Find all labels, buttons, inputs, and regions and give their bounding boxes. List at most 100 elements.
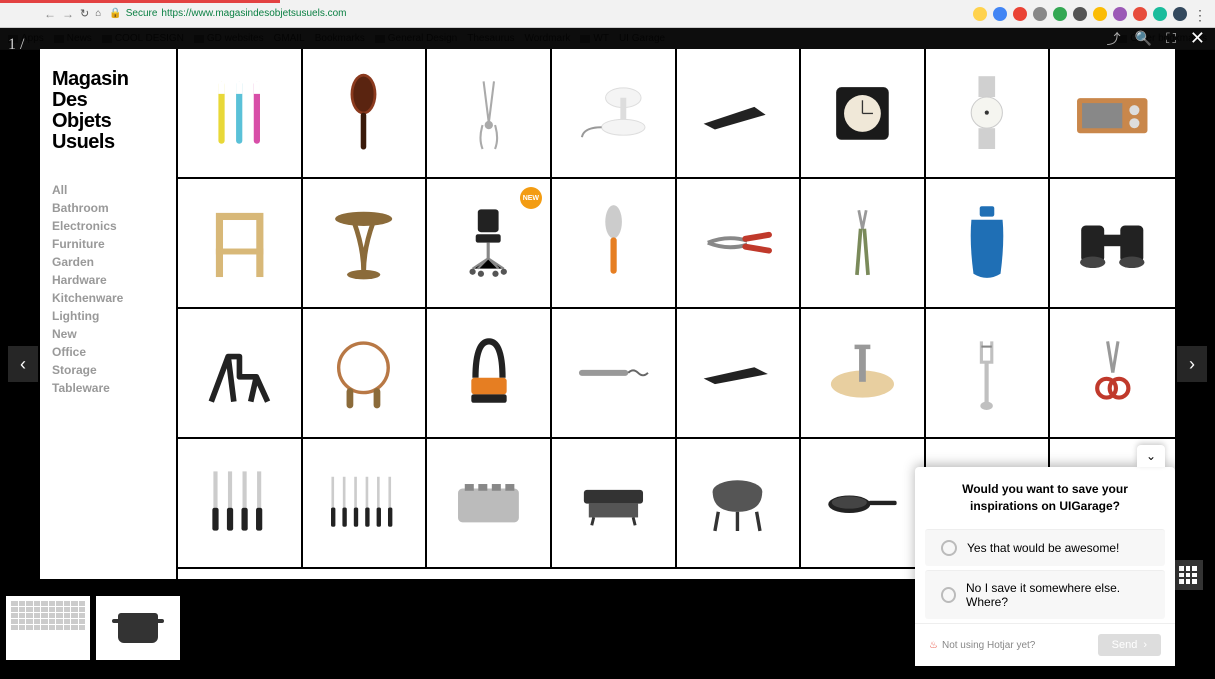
url-bar[interactable]: 🔒 Secure https://www.magasindesobjetsusu… [109, 8, 346, 19]
survey-option-yes[interactable]: Yes that would be awesome! [925, 529, 1165, 566]
product-wooden-stool[interactable] [178, 179, 303, 309]
lightbox-toolbar: ⤴ 🔍 ⛶ ✕ [0, 28, 1215, 49]
product-image [823, 71, 902, 154]
product-cheese-board[interactable] [801, 309, 926, 439]
ext-icon[interactable] [973, 7, 987, 21]
flame-icon: ♨ [929, 640, 938, 651]
product-image [200, 201, 279, 284]
ext-icon[interactable] [1113, 7, 1127, 21]
product-bike-lock[interactable] [427, 309, 552, 439]
sidebar: MagasinDesObjetsUsuels AllBathroomElectr… [40, 49, 178, 579]
zoom-icon[interactable]: 🔍 [1135, 30, 1152, 47]
logo[interactable]: MagasinDesObjetsUsuels [52, 69, 164, 153]
category-storage[interactable]: Storage [52, 361, 164, 379]
reload-button[interactable]: ↻ [80, 7, 89, 20]
product-image [1072, 331, 1153, 414]
product-image [449, 331, 528, 414]
active-tab-indicator [0, 0, 280, 3]
thumbnail-1[interactable] [6, 596, 90, 660]
forward-button[interactable]: → [62, 7, 74, 21]
ext-icon[interactable] [1153, 7, 1167, 21]
prev-button[interactable]: ‹ [8, 346, 38, 382]
product-image [948, 71, 1027, 154]
product-office-chair[interactable]: NEW [427, 179, 552, 309]
product-toothbrushes[interactable] [178, 49, 303, 179]
product-kitchen-shears[interactable] [1050, 309, 1175, 439]
next-button[interactable]: › [1177, 346, 1207, 382]
product-black-clip[interactable] [677, 309, 802, 439]
product-step-stool[interactable] [178, 309, 303, 439]
product-image [948, 201, 1027, 284]
category-lighting[interactable]: Lighting [52, 307, 164, 325]
ext-icon[interactable] [1033, 7, 1047, 21]
close-icon[interactable]: ✕ [1190, 28, 1205, 49]
survey-option-no[interactable]: No I save it somewhere else. Where? [925, 570, 1165, 619]
product-image [574, 201, 653, 284]
category-tableware[interactable]: Tableware [52, 379, 164, 397]
product-corkscrew[interactable] [552, 309, 677, 439]
lock-icon: 🔒 [109, 8, 121, 19]
product-pruning-shears[interactable] [677, 179, 802, 309]
survey-question: Would you want to save your inspirations… [915, 467, 1175, 525]
category-office[interactable]: Office [52, 343, 164, 361]
product-wooden-radio[interactable] [1050, 49, 1175, 179]
fullscreen-icon[interactable]: ⛶ [1166, 30, 1176, 47]
url-text: https://www.magasindesobjetsusuels.com [161, 8, 346, 19]
pot-icon [118, 613, 158, 643]
product-fondue-pot[interactable] [677, 439, 802, 569]
product-wooden-side-table[interactable] [303, 179, 428, 309]
survey-collapse-button[interactable]: ⌄ [1137, 445, 1165, 467]
category-electronics[interactable]: Electronics [52, 217, 164, 235]
category-bathroom[interactable]: Bathroom [52, 199, 164, 217]
product-hot-water-bottle[interactable] [926, 179, 1051, 309]
ext-icon[interactable] [1093, 7, 1107, 21]
product-white-lamp[interactable] [552, 49, 677, 179]
category-furniture[interactable]: Furniture [52, 235, 164, 253]
menu-icon[interactable]: ⋮ [1193, 7, 1207, 21]
product-loppers[interactable] [801, 179, 926, 309]
ext-icon[interactable] [1173, 7, 1187, 21]
product-image [200, 461, 279, 544]
product-toaster[interactable] [427, 439, 552, 569]
product-image [449, 71, 528, 154]
browser-chrome: ← → ↻ ⌂ 🔒 Secure https://www.magasindeso… [0, 0, 1215, 28]
product-image [324, 201, 403, 284]
product-knife-set-4[interactable] [178, 439, 303, 569]
product-binoculars[interactable] [1050, 179, 1175, 309]
product-jump-rope[interactable] [303, 309, 428, 439]
product-image [324, 331, 403, 414]
product-garden-trowel[interactable] [552, 179, 677, 309]
product-frying-pan[interactable] [801, 439, 926, 569]
product-hairbrush[interactable] [303, 49, 428, 179]
product-peeler[interactable] [926, 309, 1051, 439]
product-image [698, 71, 777, 154]
ext-icon[interactable] [1133, 7, 1147, 21]
product-image [1072, 71, 1153, 154]
category-hardware[interactable]: Hardware [52, 271, 164, 289]
product-image [948, 331, 1027, 414]
product-alarm-clock[interactable] [801, 49, 926, 179]
ext-icon[interactable] [1073, 7, 1087, 21]
product-raclette-grill[interactable] [552, 439, 677, 569]
category-kitchenware[interactable]: Kitchenware [52, 289, 164, 307]
category-list: AllBathroomElectronicsFurnitureGardenHar… [52, 181, 164, 397]
survey-option-label: No I save it somewhere else. Where? [966, 581, 1149, 609]
product-watch[interactable] [926, 49, 1051, 179]
product-knife-set-6[interactable] [303, 439, 428, 569]
thumbnail-2[interactable] [96, 596, 180, 660]
share-icon[interactable]: ⤴ [1107, 29, 1121, 49]
ext-icon[interactable] [1053, 7, 1067, 21]
back-button[interactable]: ← [44, 7, 56, 21]
product-image [1072, 201, 1153, 284]
category-all[interactable]: All [52, 181, 164, 199]
home-button[interactable]: ⌂ [95, 8, 101, 19]
ext-icon[interactable] [993, 7, 1007, 21]
send-button[interactable]: Send› [1098, 634, 1161, 656]
product-black-stapler[interactable] [677, 49, 802, 179]
category-new[interactable]: New [52, 325, 164, 343]
grid-view-toggle[interactable] [1173, 560, 1203, 590]
hotjar-link[interactable]: Not using Hotjar yet? [942, 640, 1035, 651]
product-nail-clippers[interactable] [427, 49, 552, 179]
category-garden[interactable]: Garden [52, 253, 164, 271]
ext-icon[interactable] [1013, 7, 1027, 21]
